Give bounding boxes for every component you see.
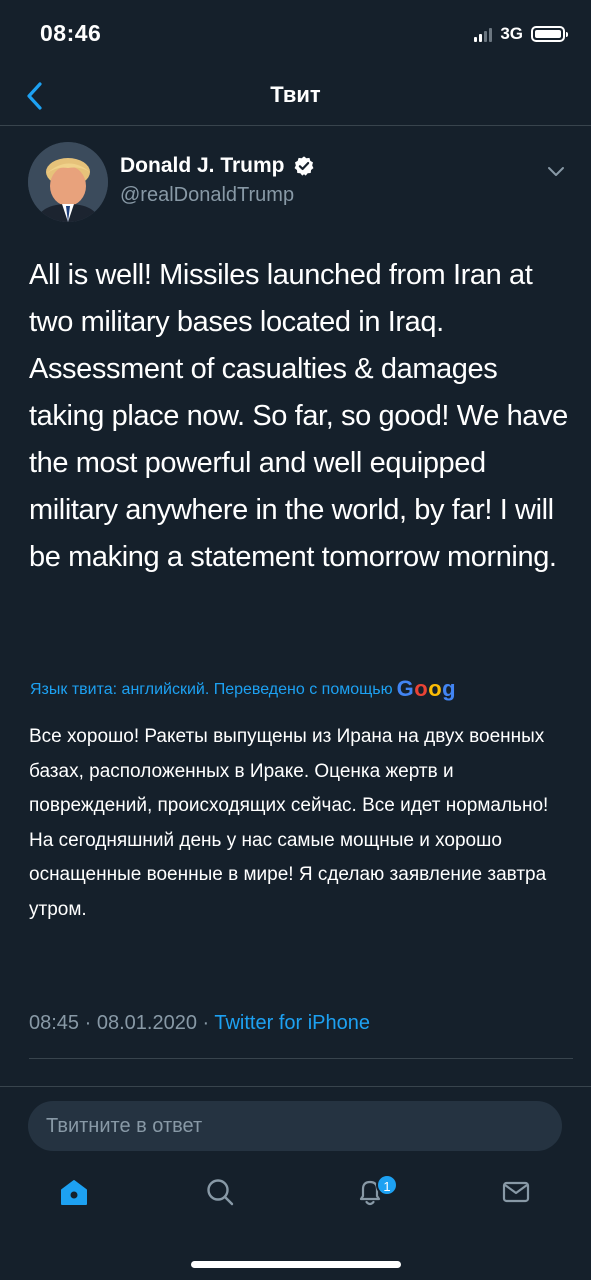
network-type: 3G (500, 24, 523, 43)
avatar[interactable] (28, 142, 108, 222)
tab-search[interactable] (204, 1176, 244, 1216)
home-icon (61, 1180, 87, 1205)
translation-note-text: Язык твита: английский. Переведено с пом… (30, 681, 393, 698)
tweet-options-button[interactable] (545, 160, 567, 182)
tweet-text: All is well! Missiles launched from Iran… (29, 259, 568, 573)
nav-bar: Твит (0, 70, 591, 126)
tweet-time: 08:45 (29, 1012, 80, 1034)
meta-separator: · (202, 1012, 215, 1034)
battery-icon (531, 26, 568, 42)
tweet-header: Donald J. Trump @realDonaldTrump (28, 142, 567, 226)
tab-notifications[interactable]: 1 (354, 1174, 398, 1216)
translation-note[interactable]: Язык твита: английский. Переведено с пом… (30, 676, 565, 702)
tab-messages[interactable] (500, 1176, 540, 1216)
tweet-source-link[interactable]: Twitter for iPhone (214, 1012, 370, 1034)
signal-strength-icon (474, 27, 493, 42)
status-time: 08:46 (40, 20, 102, 46)
chevron-down-icon (548, 167, 564, 176)
tweet-meta: 08:45 · 08.01.2020 · Twitter for iPhone (29, 1012, 370, 1035)
tab-home[interactable] (58, 1176, 98, 1216)
status-bar: 08:46 3G (0, 0, 591, 70)
messages-icon (502, 1181, 530, 1203)
translated-text: Все хорошо! Ракеты выпущены из Ирана на … (29, 726, 549, 920)
author-name[interactable]: Donald J. Trump (120, 154, 285, 178)
home-indicator[interactable] (191, 1261, 401, 1268)
meta-separator: · (84, 1012, 97, 1034)
divider (29, 1058, 573, 1059)
verified-badge-icon (294, 156, 313, 176)
author-handle[interactable]: @realDonaldTrump (120, 184, 294, 207)
author-name-row: Donald J. Trump (120, 154, 315, 178)
tweet-date: 08.01.2020 (96, 1012, 197, 1034)
google-logo: Goog (396, 676, 457, 701)
page-title: Твит (270, 82, 321, 107)
status-indicators: 3G (474, 24, 568, 44)
tab-bar: 1 (0, 1160, 591, 1232)
notification-badge: 1 (376, 1174, 398, 1196)
search-icon (207, 1179, 234, 1206)
reply-input[interactable] (28, 1101, 562, 1151)
